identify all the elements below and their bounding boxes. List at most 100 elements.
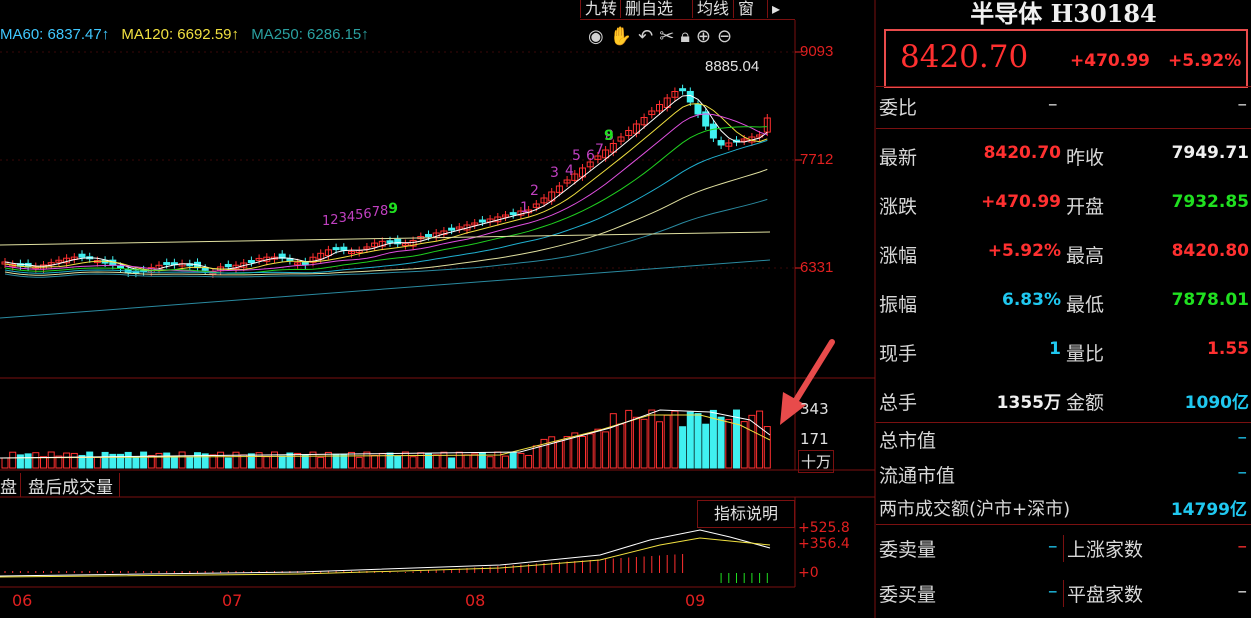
up-count-label: 上涨家数 bbox=[1063, 535, 1143, 562]
volume-bar bbox=[455, 451, 463, 469]
volume-bar bbox=[679, 426, 687, 469]
volume-bar bbox=[463, 454, 471, 469]
candle bbox=[486, 215, 494, 226]
quote-value: +5.92% bbox=[987, 241, 1061, 261]
volume-bar bbox=[32, 452, 40, 469]
quote-value: 1.55 bbox=[1207, 339, 1249, 359]
macd-dif-line bbox=[0, 529, 771, 577]
peak-label: 8885.04 bbox=[705, 58, 760, 75]
quote-row: 振幅 6.83% 最低 7878.01 bbox=[876, 278, 1251, 326]
volume-bar bbox=[24, 453, 32, 469]
ma-line bbox=[4, 126, 768, 274]
td-count: 6 bbox=[586, 148, 595, 164]
candle bbox=[70, 253, 78, 264]
flat-count-label: 平盘家数 bbox=[1063, 580, 1143, 607]
volume-bar bbox=[586, 433, 594, 469]
indicator-axis-3: +0 bbox=[798, 565, 819, 581]
volume-bar bbox=[517, 452, 525, 469]
candle bbox=[671, 87, 679, 102]
volume-bar bbox=[355, 456, 363, 469]
volume-bar bbox=[178, 451, 186, 469]
volume-bar bbox=[324, 451, 332, 469]
quote-label: 金额 bbox=[1066, 392, 1105, 414]
volume-bar bbox=[671, 410, 679, 469]
volume-bar bbox=[509, 452, 517, 469]
date-label-08: 08 bbox=[465, 591, 486, 610]
volume-bar bbox=[363, 451, 371, 469]
volume-bar bbox=[232, 451, 240, 469]
quote-label: 振幅 bbox=[879, 294, 918, 316]
td-count: 2 bbox=[530, 183, 539, 199]
candle bbox=[455, 223, 463, 233]
td-sequence-1: 123456789 bbox=[322, 201, 398, 229]
weibi-label: 委比 bbox=[879, 97, 918, 119]
tab-after-hours-volume[interactable]: 盘后成交量 bbox=[28, 473, 120, 498]
volume-bar bbox=[348, 451, 355, 469]
price-axis-top: 9093 bbox=[800, 43, 834, 60]
index-title: 半导体 H30184 bbox=[970, 0, 1157, 28]
candle bbox=[471, 219, 479, 229]
td-count: 7 bbox=[371, 205, 380, 220]
td-count: 9 bbox=[388, 201, 398, 217]
volume-bar bbox=[471, 453, 479, 469]
candle bbox=[617, 133, 625, 146]
volume-bar bbox=[63, 452, 71, 469]
volume-bar bbox=[425, 453, 432, 469]
volume-bar bbox=[194, 452, 201, 469]
tab-pan[interactable]: 盘 bbox=[0, 473, 21, 498]
volume-bar bbox=[9, 451, 17, 469]
current-price: 8420.70 bbox=[900, 39, 1029, 75]
quote-row: 现手 1 量比 1.55 bbox=[876, 327, 1251, 375]
candle bbox=[170, 258, 178, 269]
macd-dea-line bbox=[0, 537, 771, 578]
volume-bar bbox=[317, 456, 325, 469]
candle bbox=[394, 235, 402, 248]
volume-bar bbox=[656, 421, 663, 469]
volume-bar bbox=[617, 423, 625, 469]
volume-bar bbox=[702, 423, 710, 469]
price-axis-low: 6331 bbox=[800, 259, 834, 276]
candle bbox=[278, 250, 286, 263]
td-count: 2 bbox=[330, 212, 339, 228]
candle bbox=[717, 136, 725, 149]
price-highlight-box: 8420.70 +470.99 +5.92% bbox=[884, 29, 1248, 88]
volume-bar bbox=[632, 416, 640, 469]
up-count-value: – bbox=[1237, 535, 1248, 557]
volume-bar bbox=[409, 456, 417, 469]
indicator-info-button[interactable]: 指标说明 bbox=[697, 500, 795, 528]
volume-bar bbox=[717, 416, 725, 469]
volume-bar bbox=[124, 451, 132, 469]
buy-volume-label: 委买量 bbox=[879, 584, 937, 606]
turnover-label: 两市成交额(沪市+深市) bbox=[879, 499, 1071, 520]
quote-label: 最低 bbox=[1066, 294, 1105, 316]
volume-bar bbox=[294, 452, 302, 469]
candle bbox=[55, 256, 63, 267]
buy-volume-value: – bbox=[1048, 580, 1058, 602]
td-count: 3 bbox=[338, 211, 347, 226]
volume-unit: 十万 bbox=[798, 450, 835, 473]
volume-bar bbox=[301, 454, 309, 469]
quote-row: 涨跌 +470.99 开盘 7932.85 bbox=[876, 180, 1251, 228]
weibi-row: 委比 – – bbox=[876, 93, 1251, 123]
quote-label: 最新 bbox=[879, 147, 918, 169]
volume-bar bbox=[602, 431, 610, 469]
volume-bar bbox=[40, 456, 47, 469]
td-count: 8 bbox=[379, 203, 389, 219]
quote-value: 8420.70 bbox=[983, 143, 1061, 163]
td-count: 4 bbox=[346, 209, 356, 225]
volume-bar bbox=[486, 456, 494, 469]
volume-bar bbox=[16, 454, 24, 469]
quote-value: 7949.71 bbox=[1171, 143, 1249, 163]
volume-bar bbox=[502, 455, 509, 469]
volume-bar bbox=[594, 428, 602, 469]
weibi-value: – bbox=[1048, 93, 1058, 115]
volume-bar bbox=[286, 452, 294, 469]
candle bbox=[632, 120, 640, 138]
volume-bar bbox=[694, 413, 702, 469]
candle bbox=[502, 211, 509, 221]
candle bbox=[340, 243, 348, 255]
quote-label: 现手 bbox=[879, 343, 918, 365]
td-count: 6 bbox=[363, 206, 372, 222]
volume-bar bbox=[140, 451, 148, 469]
date-label-09: 09 bbox=[685, 591, 706, 610]
